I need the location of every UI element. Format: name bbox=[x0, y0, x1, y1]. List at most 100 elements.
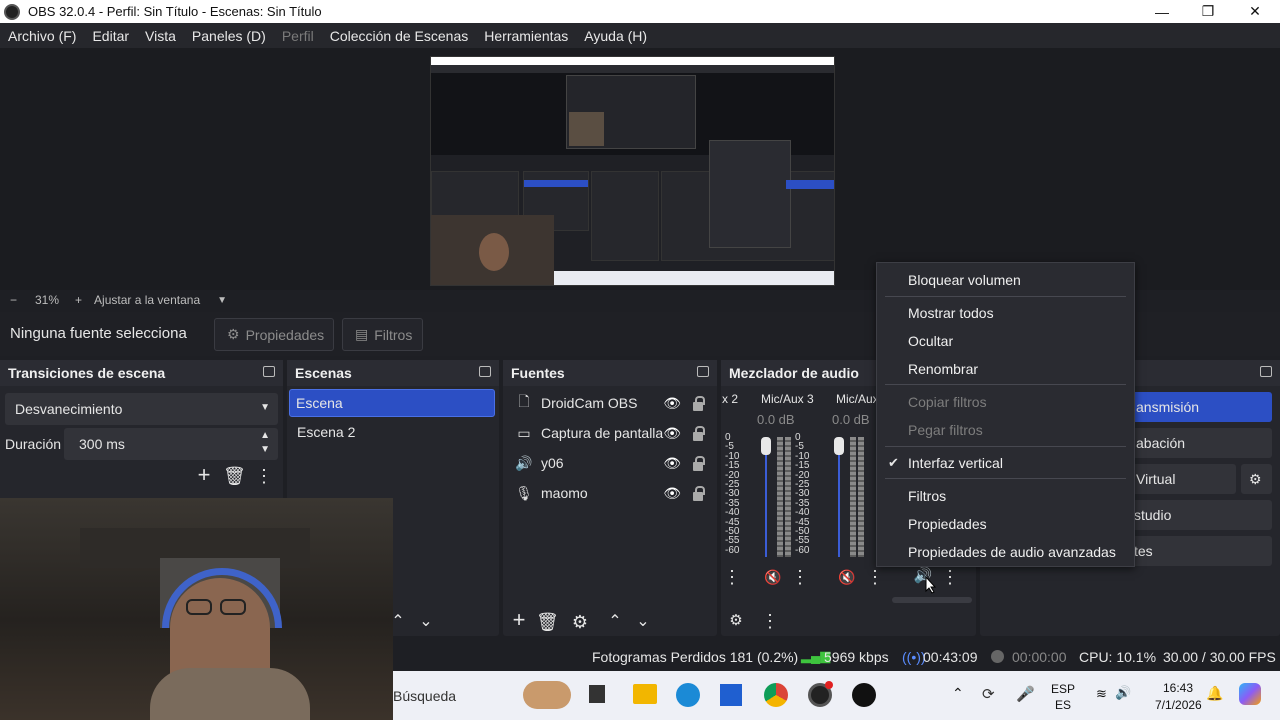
menu-paneles[interactable]: Paneles (D) bbox=[184, 28, 274, 44]
more-options-icon[interactable]: ⋮ bbox=[864, 568, 886, 586]
chrome-icon[interactable] bbox=[764, 683, 788, 707]
store-icon[interactable] bbox=[720, 684, 742, 706]
trash-icon[interactable]: 🗑 bbox=[536, 613, 559, 631]
more-options-icon[interactable]: ⋮ bbox=[939, 568, 961, 586]
clock-time[interactable]: 16:43 bbox=[1163, 681, 1193, 695]
scene-item[interactable]: Escena bbox=[289, 389, 495, 417]
close-button[interactable]: ✕ bbox=[1232, 0, 1278, 23]
volume-slider[interactable] bbox=[761, 437, 771, 557]
lock-icon[interactable] bbox=[693, 456, 705, 471]
eye-icon[interactable]: 👁 bbox=[663, 485, 681, 502]
menu-ayuda[interactable]: Ayuda (H) bbox=[576, 28, 655, 44]
muted-speaker-icon[interactable]: 🔇 bbox=[762, 568, 784, 586]
virtual-camera-button[interactable]: Virtual bbox=[1130, 464, 1236, 494]
lock-icon[interactable] bbox=[693, 486, 705, 501]
fit-window-option[interactable]: Ajustar a la ventana bbox=[94, 293, 200, 307]
monitor-icon: ▭ bbox=[517, 424, 531, 441]
preview-canvas[interactable] bbox=[430, 56, 835, 286]
menu-item-rename[interactable]: Renombrar bbox=[908, 361, 978, 377]
source-item[interactable]: 🗋 DroidCam OBS 👁 bbox=[509, 389, 711, 417]
menu-archivo[interactable]: Archivo (F) bbox=[0, 28, 84, 44]
float-icon[interactable] bbox=[479, 366, 491, 377]
duration-spinbox[interactable]: 300 ms ▲ ▼ bbox=[64, 428, 278, 460]
wifi-icon[interactable]: ≋ bbox=[1096, 686, 1107, 702]
gear-icon[interactable]: ⚙ bbox=[1241, 464, 1272, 494]
add-transition-button[interactable]: + bbox=[193, 464, 215, 486]
more-options-icon[interactable]: ⋮ bbox=[789, 568, 811, 586]
menu-coleccion-escenas[interactable]: Colección de Escenas bbox=[322, 28, 477, 44]
menu-herramientas[interactable]: Herramientas bbox=[476, 28, 576, 44]
lock-icon[interactable] bbox=[693, 396, 705, 411]
float-icon[interactable] bbox=[697, 366, 709, 377]
app-icon[interactable] bbox=[852, 683, 876, 707]
sources-dock: Fuentes 🗋 DroidCam OBS 👁 ▭ Captura de pa… bbox=[503, 360, 717, 636]
menu-item-properties[interactable]: Propiedades bbox=[908, 516, 987, 532]
sync-icon[interactable]: ⟳ bbox=[982, 685, 995, 703]
menu-perfil[interactable]: Perfil bbox=[274, 28, 322, 44]
eye-icon[interactable]: 👁 bbox=[663, 455, 681, 472]
scene-item[interactable]: Escena 2 bbox=[291, 418, 493, 446]
volume-icon[interactable]: 🔊 bbox=[1115, 685, 1131, 701]
chevron-down-icon[interactable]: ▼ bbox=[260, 444, 270, 455]
move-down-icon[interactable]: ⌄ bbox=[632, 613, 654, 631]
trash-icon[interactable]: 🗑 bbox=[223, 467, 246, 485]
source-item[interactable]: ▭ Captura de pantalla 👁 bbox=[509, 419, 711, 447]
chevron-down-icon[interactable]: ▼ bbox=[217, 295, 227, 306]
chevron-up-icon[interactable]: ⌃ bbox=[952, 685, 964, 702]
language-secondary[interactable]: ES bbox=[1055, 698, 1071, 712]
cpu-usage: CPU: 10.1% bbox=[1079, 649, 1157, 665]
studio-mode-button[interactable]: studio bbox=[1130, 500, 1272, 530]
menu-item-lock-volume[interactable]: Bloquear volumen bbox=[908, 272, 1021, 288]
chevron-up-icon[interactable]: ▲ bbox=[260, 430, 270, 441]
language-primary[interactable]: ESP bbox=[1051, 682, 1075, 696]
move-up-icon[interactable]: ⌃ bbox=[604, 613, 626, 631]
mixer-scrollbar[interactable] bbox=[892, 597, 972, 603]
source-item[interactable]: 🎙 maomo 👁 bbox=[509, 479, 711, 507]
menu-item-filters[interactable]: Filtros bbox=[908, 488, 946, 504]
add-source-button[interactable]: + bbox=[508, 609, 530, 631]
more-options-icon[interactable]: ⋮ bbox=[759, 612, 781, 630]
taskbar: Búsqueda ⌃ ⟳ 🎤 ESP ES ≋ 🔊 16:43 7/1/2026… bbox=[393, 671, 1280, 720]
lock-icon[interactable] bbox=[693, 426, 705, 441]
clock-date[interactable]: 7/1/2026 bbox=[1155, 698, 1202, 712]
volume-slider[interactable] bbox=[834, 437, 844, 557]
more-options-icon[interactable]: ⋮ bbox=[253, 467, 275, 485]
minimize-button[interactable]: — bbox=[1139, 0, 1185, 23]
gear-icon[interactable]: ⚙ bbox=[725, 612, 747, 630]
source-item[interactable]: 🔊 y06 👁 bbox=[509, 449, 711, 477]
menu-vista[interactable]: Vista bbox=[137, 28, 184, 44]
search-box[interactable]: Búsqueda bbox=[393, 688, 456, 704]
edge-icon[interactable] bbox=[676, 683, 700, 707]
copilot-icon[interactable] bbox=[1239, 683, 1261, 705]
start-recording-button[interactable]: abación bbox=[1130, 428, 1272, 458]
more-options-icon[interactable]: ⋮ bbox=[721, 568, 743, 586]
muted-speaker-icon[interactable]: 🔇 bbox=[836, 568, 858, 586]
menu-item-hide[interactable]: Ocultar bbox=[908, 333, 953, 349]
start-streaming-button[interactable]: ansmisión bbox=[1130, 392, 1272, 422]
dropped-frames: Fotogramas Perdidos 181 (0.2%) bbox=[592, 649, 799, 665]
zoom-out-button[interactable]: − bbox=[10, 293, 24, 307]
menu-item-advanced-audio[interactable]: Propiedades de audio avanzadas bbox=[908, 544, 1116, 560]
filter-icon: ▤ bbox=[355, 326, 369, 342]
scenes-title: Escenas bbox=[287, 360, 499, 386]
gear-icon[interactable]: ⚙ bbox=[569, 613, 591, 631]
menu-item-show-all[interactable]: Mostrar todos bbox=[908, 305, 994, 321]
microphone-icon[interactable]: 🎤 bbox=[1016, 685, 1035, 703]
transition-select[interactable]: Desvanecimiento ▼ bbox=[5, 393, 278, 425]
eye-icon[interactable]: 👁 bbox=[663, 425, 681, 442]
float-icon[interactable] bbox=[1260, 366, 1272, 377]
zoom-in-button[interactable]: + bbox=[75, 293, 82, 307]
float-icon[interactable] bbox=[263, 366, 275, 377]
properties-button[interactable]: ⚙ Propiedades bbox=[214, 318, 334, 351]
eye-icon[interactable]: 👁 bbox=[663, 395, 681, 412]
record-time: 00:00:00 bbox=[1012, 649, 1067, 665]
file-explorer-icon[interactable] bbox=[633, 684, 657, 704]
menu-editar[interactable]: Editar bbox=[84, 28, 137, 44]
move-down-icon[interactable]: ⌄ bbox=[415, 613, 437, 631]
filters-button[interactable]: ▤ Filtros bbox=[342, 318, 423, 351]
task-view-icon[interactable] bbox=[589, 685, 605, 703]
bell-icon[interactable]: 🔔 bbox=[1206, 685, 1223, 702]
menu-item-vertical-layout[interactable]: Interfaz vertical bbox=[908, 455, 1003, 471]
settings-button[interactable]: tes bbox=[1130, 536, 1272, 566]
maximize-button[interactable]: ❐ bbox=[1185, 0, 1231, 23]
